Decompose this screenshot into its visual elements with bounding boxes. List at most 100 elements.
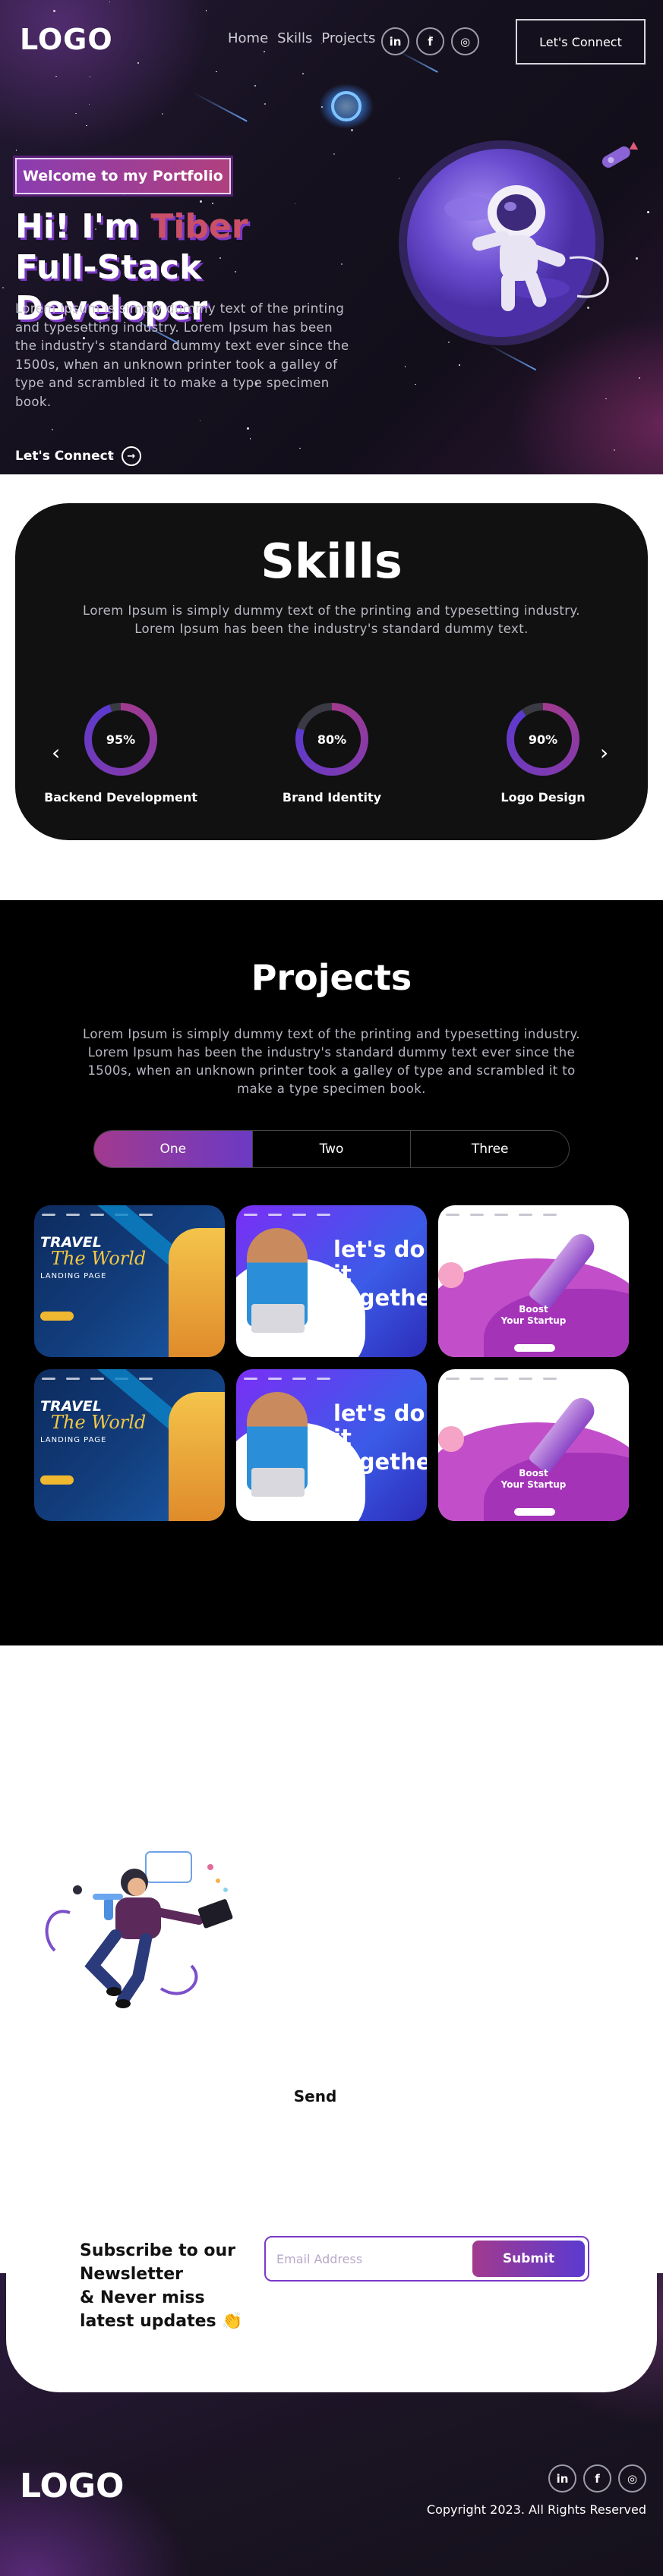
hero-connect-link[interactable]: Let's Connect → [15, 446, 141, 466]
mini-nav [446, 1211, 621, 1219]
star-dot [263, 50, 265, 52]
mini-nav [244, 1375, 419, 1383]
star-dot [605, 398, 607, 400]
mini-nav [446, 1375, 621, 1383]
card-cta-button [514, 1508, 555, 1516]
instagram-icon[interactable]: ◎ [451, 27, 479, 55]
skill-percent: 90% [514, 710, 572, 768]
skills-section: Skills Lorem Ipsum is simply dummy text … [15, 503, 648, 840]
linkedin-icon[interactable]: in [381, 27, 409, 55]
projects-section: Projects Lorem Ipsum is simply dummy tex… [0, 900, 663, 1645]
card-together-line1: let's do it [333, 1400, 425, 1450]
card-cta-button [40, 1475, 74, 1485]
instagram-icon[interactable]: ◎ [618, 2464, 646, 2493]
laptop-icon [251, 1304, 305, 1333]
star-dot [646, 211, 649, 214]
skill-label: Brand Identity [282, 790, 382, 805]
linkedin-icon[interactable]: in [548, 2464, 576, 2493]
skills-description: Lorem Ipsum is simply dummy text of the … [83, 603, 580, 636]
arrow-right-icon: → [121, 446, 141, 466]
star-dot [294, 203, 296, 205]
newsletter-form: Submit [264, 2236, 589, 2282]
submit-button[interactable]: Submit [472, 2241, 585, 2277]
lets-connect-button[interactable]: Let's Connect [516, 19, 646, 65]
star-dot [404, 366, 406, 367]
star-dot [55, 75, 57, 77]
nav-projects[interactable]: Projects [321, 30, 375, 46]
star-dot [53, 9, 56, 12]
project-card-travel[interactable]: TRAVEL The World LANDING PAGE [34, 1205, 225, 1357]
projects-description: Lorem Ipsum is simply dummy text of the … [83, 1027, 580, 1096]
star-dot [109, 1, 111, 3]
facebook-icon[interactable]: f [416, 27, 444, 55]
newsletter-title-line2: & Never miss latest updates [80, 2288, 216, 2331]
card-travel-tag: LANDING PAGE [40, 1272, 107, 1280]
card-startup-title: Boost Your Startup [438, 1468, 629, 1491]
nav-home[interactable]: Home [228, 30, 268, 46]
star-dot [459, 364, 461, 367]
card-travel-tag: LANDING PAGE [40, 1436, 107, 1444]
card-travel-subtitle: The World [51, 1248, 147, 1269]
tab-three[interactable]: Three [411, 1131, 569, 1167]
send-button[interactable]: Send [273, 2081, 357, 2112]
card-startup-line2: Your Startup [500, 1315, 567, 1326]
star-dot [613, 449, 615, 451]
nav-skills[interactable]: Skills [277, 30, 312, 46]
star-dot [246, 427, 249, 430]
hero-title-prefix: Hi! I'm [15, 207, 151, 246]
card-startup-line1: Boost [519, 1468, 548, 1479]
card-together-line1: let's do it [333, 1236, 425, 1286]
card-together-line2: together [333, 1285, 427, 1311]
hero-section: LOGO Home Skills Projects in f ◎ Let's C… [0, 0, 663, 474]
skill-ring: 80% [295, 703, 368, 776]
star-dot [249, 438, 251, 439]
project-tabs: One Two Three [93, 1130, 570, 1168]
laptop-icon [251, 1468, 305, 1497]
clap-icon: 👏 [222, 2312, 243, 2331]
star-dot [88, 103, 90, 105]
portfolio-page: LOGO Home Skills Projects in f ◎ Let's C… [0, 0, 663, 2576]
project-card-startup[interactable]: Boost Your Startup [438, 1205, 629, 1357]
card-startup-line1: Boost [519, 1304, 548, 1315]
hero-title-name: Tiber [150, 207, 248, 246]
astronaut-planet-illustration [399, 140, 638, 345]
star-dot [333, 153, 335, 155]
carousel-prev-icon[interactable]: ‹ [52, 740, 60, 765]
tab-two[interactable]: Two [253, 1131, 412, 1167]
card-travel-subtitle: The World [51, 1412, 147, 1433]
card-together-line2: together [333, 1449, 427, 1475]
tab-one[interactable]: One [94, 1131, 253, 1167]
card-startup-line2: Your Startup [500, 1479, 567, 1490]
planet-icon [438, 1426, 464, 1452]
site-logo[interactable]: LOGO [20, 23, 113, 56]
star-dot [162, 112, 164, 115]
star-dot [212, 203, 213, 204]
shooting-star [193, 92, 248, 122]
newsletter-title-line1: Subscribe to our Newsletter [80, 2241, 236, 2284]
newsletter-title: Subscribe to our Newsletter & Never miss… [80, 2239, 254, 2333]
star-dot [199, 420, 201, 422]
star-dot [137, 61, 140, 64]
star-dot [415, 383, 416, 386]
skill-percent: 80% [303, 710, 361, 768]
project-card-together[interactable]: let's do ittogether [236, 1369, 427, 1521]
project-card-together[interactable]: let's do ittogether [236, 1205, 427, 1357]
star-dot [264, 103, 267, 105]
carousel-next-icon[interactable]: › [600, 740, 608, 765]
star-dot [52, 429, 54, 430]
star-dot [2, 286, 5, 288]
project-card-travel[interactable]: TRAVEL The World LANDING PAGE [34, 1369, 225, 1521]
card-together-title: let's do ittogether [333, 1401, 427, 1474]
star-dot [86, 124, 87, 127]
newsletter-section: Subscribe to our Newsletter & Never miss… [6, 2210, 657, 2392]
projects-title: Projects [251, 957, 412, 998]
footer-logo[interactable]: LOGO [20, 2467, 124, 2505]
floating-developer-illustration [45, 1851, 233, 2008]
email-field[interactable] [269, 2241, 472, 2277]
skill-label: Backend Development [44, 790, 197, 805]
project-card-startup[interactable]: Boost Your Startup [438, 1369, 629, 1521]
traveler-photo [169, 1392, 225, 1521]
card-cta-button [40, 1312, 74, 1321]
hero-description: Lorem Ipsum is simply dummy text of the … [15, 301, 349, 409]
facebook-icon[interactable]: f [583, 2464, 611, 2493]
